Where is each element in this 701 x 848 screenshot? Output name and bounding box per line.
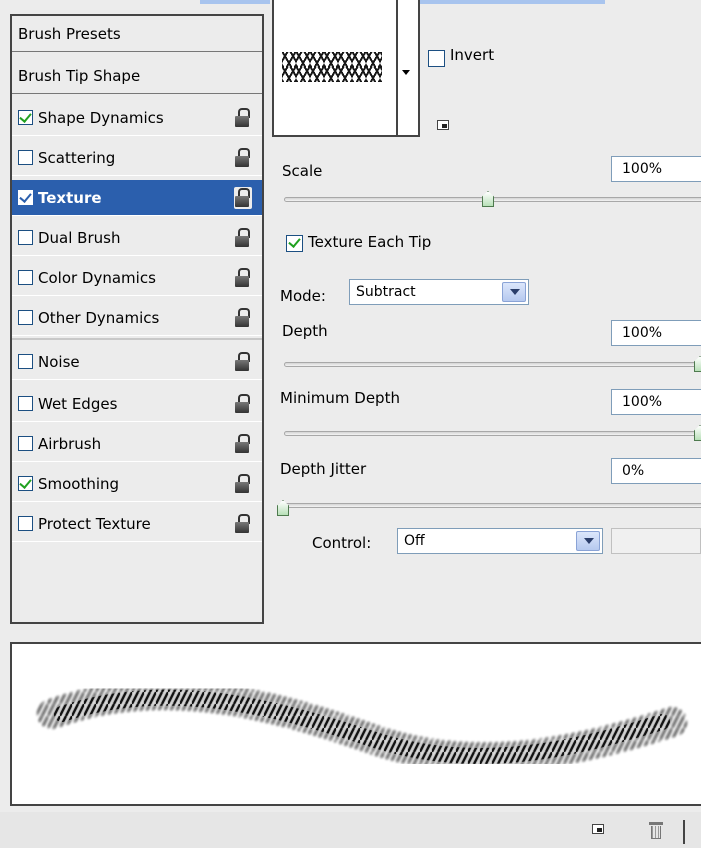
list-item-label: Airbrush [38, 434, 102, 453]
chevron-down-icon[interactable] [576, 531, 600, 551]
minimum-depth-slider-thumb[interactable] [694, 425, 701, 441]
lock-icon[interactable] [234, 351, 252, 373]
checkbox-smoothing[interactable] [18, 476, 33, 491]
list-item-brush-tip-shape[interactable]: Brush Tip Shape [12, 58, 262, 94]
texture-pattern-picker[interactable] [272, 0, 420, 137]
invert-label: Invert [450, 46, 495, 64]
scale-label: Scale [282, 162, 323, 180]
minimum-depth-slider-track[interactable] [284, 431, 701, 436]
top-strip-highlight [395, 0, 605, 4]
checkbox-protect-texture[interactable] [18, 516, 33, 531]
list-item-scattering[interactable]: Scattering [12, 140, 262, 176]
texture-pattern-thumbnail[interactable] [282, 52, 382, 82]
list-item-label: Brush Presets [18, 24, 121, 43]
lock-icon[interactable] [234, 267, 252, 289]
checkbox-scattering[interactable] [18, 150, 33, 165]
list-item-wet-edges[interactable]: Wet Edges [12, 386, 262, 422]
depth-jitter-field[interactable]: 0% [611, 458, 701, 484]
list-item-other-dynamics[interactable]: Other Dynamics [12, 300, 262, 336]
checkbox-shape-dynamics[interactable] [18, 110, 33, 125]
top-strip-highlight [200, 0, 270, 4]
invert-checkbox[interactable] [428, 50, 445, 67]
list-item-noise[interactable]: Noise [12, 344, 262, 380]
picker-separator [396, 0, 398, 135]
checkbox-noise[interactable] [18, 354, 33, 369]
depth-field[interactable]: 100% [611, 320, 701, 346]
lock-icon[interactable] [234, 473, 252, 495]
lock-icon[interactable] [234, 393, 252, 415]
list-item-label: Shape Dynamics [38, 108, 164, 127]
lock-icon[interactable] [234, 186, 252, 209]
list-item-brush-presets[interactable]: Brush Presets [12, 16, 262, 52]
depth-slider-track[interactable] [284, 362, 701, 367]
control-fade-field [611, 528, 701, 554]
checkbox-wet-edges[interactable] [18, 396, 33, 411]
list-item-dual-brush[interactable]: Dual Brush [12, 220, 262, 256]
depth-jitter-slider-track[interactable] [278, 503, 701, 508]
list-item-label: Other Dynamics [38, 308, 160, 327]
depth-label: Depth [282, 322, 328, 340]
list-item-label: Brush Tip Shape [18, 66, 141, 85]
lock-icon[interactable] [234, 147, 252, 169]
checkbox-airbrush[interactable] [18, 436, 33, 451]
control-select[interactable]: Off [397, 528, 603, 554]
lock-icon[interactable] [234, 107, 252, 129]
scale-slider-thumb[interactable] [482, 191, 494, 207]
new-brush-icon[interactable] [592, 824, 604, 834]
list-item-label: Wet Edges [38, 394, 118, 413]
checkbox-dual-brush[interactable] [18, 230, 33, 245]
panel-footer [0, 812, 701, 848]
checkbox-texture[interactable] [18, 190, 33, 205]
list-divider [12, 338, 262, 340]
mode-select[interactable]: Subtract [349, 279, 529, 305]
checkbox-other-dynamics[interactable] [18, 310, 33, 325]
mode-select-value: Subtract [356, 284, 416, 300]
depth-slider-thumb[interactable] [694, 356, 701, 372]
list-item-label: Protect Texture [38, 514, 151, 533]
brush-stroke-preview [10, 642, 701, 806]
chevron-down-icon[interactable] [502, 282, 526, 302]
lock-icon[interactable] [234, 513, 252, 535]
minimum-depth-label: Minimum Depth [280, 389, 400, 407]
lock-icon[interactable] [234, 433, 252, 455]
list-item-airbrush[interactable]: Airbrush [12, 426, 262, 462]
chevron-down-icon[interactable] [402, 70, 410, 75]
list-item-label: Texture [38, 188, 102, 207]
list-item-label: Smoothing [38, 474, 120, 493]
new-preset-icon[interactable] [437, 120, 449, 130]
lock-icon[interactable] [234, 227, 252, 249]
mode-label: Mode: [280, 287, 326, 305]
depth-jitter-label: Depth Jitter [280, 460, 367, 478]
list-item-smoothing[interactable]: Smoothing [12, 466, 262, 502]
list-item-label: Color Dynamics [38, 268, 156, 287]
lock-icon[interactable] [234, 307, 252, 329]
scale-field[interactable]: 100% [611, 156, 701, 182]
control-select-value: Off [404, 533, 425, 549]
control-label: Control: [312, 534, 372, 552]
list-item-shape-dynamics[interactable]: Shape Dynamics [12, 100, 262, 136]
brush-stroke-image [37, 680, 687, 773]
texture-each-tip-label: Texture Each Tip [308, 233, 432, 251]
texture-each-tip-checkbox[interactable] [286, 235, 303, 252]
list-item-label: Noise [38, 352, 80, 371]
list-item-label: Scattering [38, 148, 116, 167]
list-item-protect-texture[interactable]: Protect Texture [12, 506, 262, 542]
checkbox-color-dynamics[interactable] [18, 270, 33, 285]
list-item-label: Dual Brush [38, 228, 121, 247]
minimum-depth-field[interactable]: 100% [611, 389, 701, 415]
footer-separator [683, 820, 685, 844]
list-item-texture[interactable]: Texture [12, 180, 262, 216]
list-item-color-dynamics[interactable]: Color Dynamics [12, 260, 262, 296]
brush-settings-list: Brush Presets Brush Tip Shape Shape Dyna… [10, 14, 264, 624]
trash-icon[interactable] [649, 822, 663, 840]
